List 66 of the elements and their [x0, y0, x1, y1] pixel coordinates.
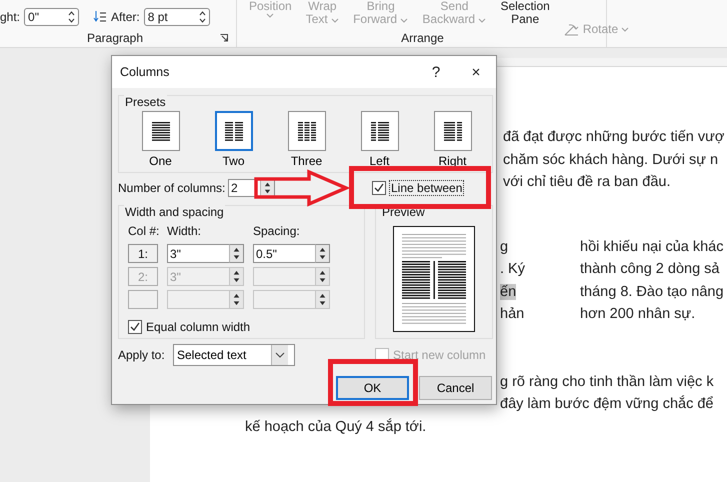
text-line: hản [500, 306, 524, 322]
apply-to-dropdown[interactable]: Selected text [173, 344, 295, 366]
text-line: với chỉ tiêu đề ra ban đầu. [503, 173, 672, 192]
spacing-after-field[interactable]: 8 pt [144, 8, 210, 26]
close-button[interactable]: × [456, 57, 496, 87]
column-layout-icon [442, 120, 464, 142]
spin-button[interactable] [229, 244, 244, 263]
text-line: . Ký [500, 261, 525, 277]
spacing-field[interactable]: 0.5" [253, 244, 315, 263]
checkbox-label: Start new column [393, 348, 486, 362]
text-line: g rõ ràng cho tinh thần làm việc k [500, 374, 714, 390]
rotate-icon [564, 22, 580, 36]
spacing-after-label: After: [111, 10, 140, 24]
group-label: Arrange [401, 31, 444, 45]
column-header: Width: [167, 224, 202, 240]
width-field[interactable]: 3" [167, 244, 229, 263]
column-layout-icon [368, 120, 390, 142]
spin-button[interactable] [229, 290, 244, 309]
text-line: đây làm bước đệm vững chắc để [500, 396, 714, 412]
column-header: Col #: [128, 224, 158, 240]
checkmark-icon [374, 182, 384, 192]
dialog-launcher-icon[interactable] [220, 34, 228, 42]
cancel-button[interactable]: Cancel [419, 376, 492, 400]
group-label: Presets [124, 95, 167, 109]
chevron-icon [478, 18, 486, 23]
group-label: Paragraph [86, 31, 144, 45]
text-line: kế hoạch của Quý 4 sắp tới. [245, 418, 426, 434]
chevron-icon [331, 18, 340, 23]
column-layout-icon [296, 120, 318, 142]
text-line: hơn 200 nhân sự. [580, 305, 696, 324]
column-number: 2: [128, 267, 158, 286]
group-label: Width and spacing [124, 205, 225, 219]
spin-button[interactable] [315, 290, 330, 309]
spin-arrows-icon [198, 10, 206, 24]
ribbon-button[interactable]: Selection Pane [496, 0, 554, 30]
text-line: thành công 2 dòng sả [580, 260, 720, 279]
spacing-after-icon [93, 10, 108, 24]
column-layout-icon [150, 120, 172, 142]
dialog-title: Columns [120, 65, 170, 79]
field-label: Number of columns: [118, 180, 226, 194]
indent-field[interactable]: 0" [24, 8, 80, 26]
chevron-down-icon [271, 345, 288, 365]
column-header: Spacing: [253, 224, 301, 240]
checkbox[interactable] [372, 180, 386, 194]
spin-button[interactable] [229, 267, 244, 286]
text-line: hồi khiếu nại của khác [580, 238, 724, 256]
chevron-icon [400, 18, 408, 23]
spin-button[interactable] [315, 267, 330, 286]
chevron-icon [621, 26, 630, 32]
spin-button[interactable] [315, 244, 330, 263]
text-line: g [500, 238, 508, 254]
field-label: Apply to: [118, 348, 166, 362]
spin-arrows-icon [68, 10, 76, 24]
chevron-icon [266, 13, 274, 18]
ok-button[interactable]: OK [336, 376, 409, 400]
column-number: 1: [128, 244, 158, 263]
text-line: chăm sóc khách hàng. Dưới sự n [503, 150, 720, 170]
text-line: đã đạt được những bước tiến vượ [503, 128, 726, 147]
checkbox-label: Equal column width [146, 320, 250, 334]
indent-label: ght: [0, 10, 20, 24]
text-line: tháng 8. Đào tạo nâng [580, 282, 724, 302]
checkbox-label: Line between [389, 180, 464, 196]
checkbox[interactable] [128, 320, 142, 334]
column-layout-icon [222, 120, 244, 142]
checkmark-icon [130, 322, 140, 332]
help-button[interactable]: ? [416, 57, 456, 87]
